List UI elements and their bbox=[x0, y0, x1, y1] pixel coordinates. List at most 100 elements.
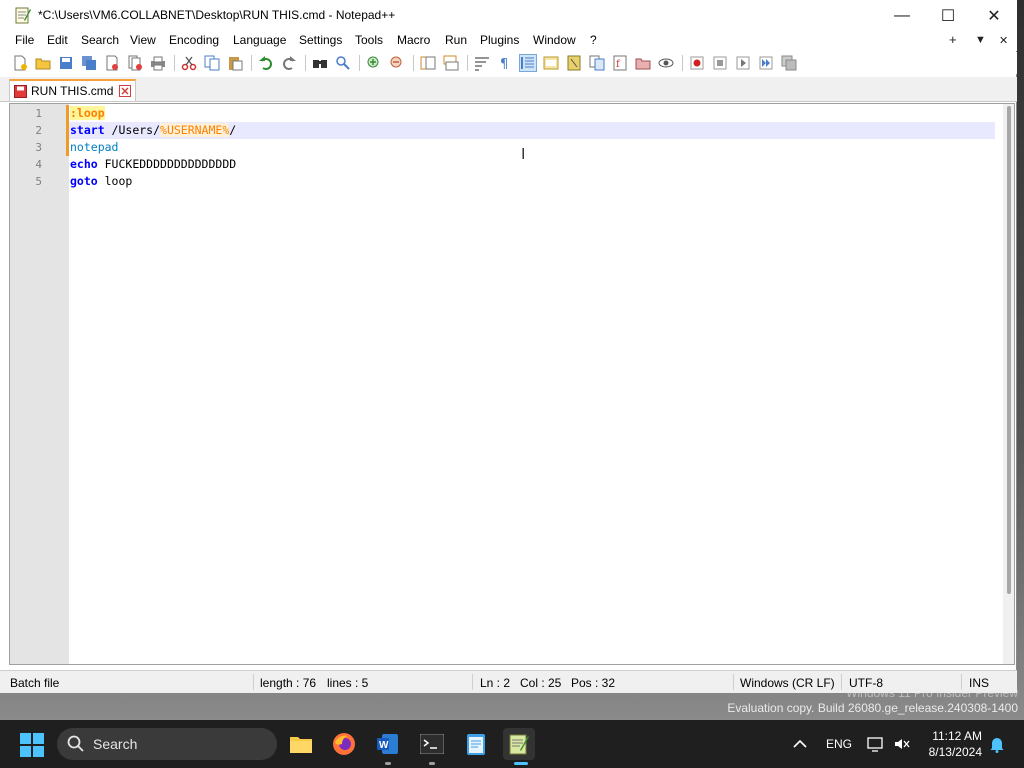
open-file-icon[interactable] bbox=[35, 55, 51, 71]
code-token: :loop bbox=[70, 106, 105, 120]
language-udl-icon[interactable] bbox=[543, 55, 559, 71]
title-bar[interactable]: *C:\Users\VM6.COLLABNET\Desktop\RUN THIS… bbox=[0, 0, 1017, 31]
windows-start-icon[interactable] bbox=[20, 733, 44, 757]
code-line: goto loop bbox=[70, 173, 132, 190]
notepad-icon[interactable] bbox=[460, 728, 492, 760]
copy-icon[interactable] bbox=[204, 55, 220, 71]
menu-window[interactable]: Window bbox=[533, 33, 576, 47]
indent-guide-icon[interactable] bbox=[519, 54, 537, 72]
close-all-icon[interactable] bbox=[127, 55, 143, 71]
menu-help[interactable]: ? bbox=[590, 33, 597, 47]
show-all-chars-icon[interactable]: ¶ bbox=[497, 55, 513, 71]
chevron-up-icon[interactable] bbox=[784, 728, 816, 760]
menu-language[interactable]: Language bbox=[233, 33, 286, 47]
scrollbar-thumb[interactable] bbox=[1007, 106, 1011, 594]
stop-recording-icon[interactable] bbox=[712, 55, 728, 71]
menu-bar: File Edit Search View Encoding Language … bbox=[0, 31, 1017, 51]
watermark-edition: Windows 11 Pro Insider Preview bbox=[846, 686, 1018, 700]
new-file-icon[interactable] bbox=[12, 55, 28, 71]
toolbar-separator bbox=[251, 55, 252, 71]
line-number: 5 bbox=[35, 175, 42, 188]
file-explorer-icon[interactable] bbox=[285, 728, 317, 760]
record-macro-icon[interactable] bbox=[689, 55, 705, 71]
tab-list-dropdown-button[interactable]: ▼ bbox=[975, 34, 986, 46]
menu-file[interactable]: File bbox=[15, 33, 34, 47]
replace-icon[interactable] bbox=[335, 55, 351, 71]
minimize-button[interactable]: — bbox=[879, 0, 925, 31]
maximize-button[interactable]: ☐ bbox=[925, 0, 971, 31]
sync-horizontal-icon[interactable] bbox=[443, 55, 459, 71]
code-token: /Users/ bbox=[104, 123, 161, 137]
doc-map-icon[interactable] bbox=[566, 55, 582, 71]
tab-close-icon[interactable] bbox=[119, 85, 131, 97]
mouse-ibeam-cursor: I bbox=[521, 146, 526, 163]
code-line: notepad bbox=[70, 139, 118, 156]
volume-muted-icon[interactable] bbox=[886, 728, 918, 760]
input-language-indicator[interactable]: ENG bbox=[826, 737, 852, 751]
clock-time[interactable]: 11:12 AM bbox=[924, 729, 982, 743]
folder-workspace-icon[interactable] bbox=[635, 55, 651, 71]
toolbar-separator bbox=[682, 55, 683, 71]
firefox-icon[interactable] bbox=[328, 728, 360, 760]
menu-settings[interactable]: Settings bbox=[299, 33, 342, 47]
save-all-icon[interactable] bbox=[81, 55, 97, 71]
notepadpp-window: *C:\Users\VM6.COLLABNET\Desktop\RUN THIS… bbox=[0, 0, 1017, 693]
close-button[interactable]: ✕ bbox=[971, 0, 1017, 31]
code-line: echo FUCKEDDDDDDDDDDDDDD bbox=[70, 156, 236, 173]
save-macro-icon[interactable] bbox=[781, 55, 797, 71]
find-icon[interactable] bbox=[312, 55, 328, 71]
terminal-icon[interactable] bbox=[416, 728, 448, 760]
status-position: Pos : 32 bbox=[571, 676, 616, 690]
save-icon[interactable] bbox=[58, 55, 74, 71]
zoom-in-icon[interactable] bbox=[366, 55, 382, 71]
tab-run-this-cmd[interactable]: RUN THIS.cmd bbox=[9, 79, 136, 101]
add-tab-button[interactable]: + bbox=[949, 32, 957, 47]
undo-icon[interactable] bbox=[258, 55, 274, 71]
sync-vertical-icon[interactable] bbox=[420, 55, 436, 71]
close-document-button[interactable]: ✕ bbox=[999, 34, 1008, 47]
menu-tools[interactable]: Tools bbox=[355, 33, 383, 47]
menu-run[interactable]: Run bbox=[445, 33, 467, 47]
toolbar-separator bbox=[174, 55, 175, 71]
toolbar-separator bbox=[359, 55, 360, 71]
close-icon[interactable] bbox=[104, 55, 120, 71]
word-wrap-icon[interactable] bbox=[474, 55, 490, 71]
running-indicator bbox=[429, 762, 435, 765]
editor-pane[interactable]: 1 2 3 4 5 :loop start /Users/%USERNAME%/n… bbox=[9, 103, 1015, 665]
search-placeholder: Search bbox=[93, 736, 138, 752]
paste-icon[interactable] bbox=[227, 55, 243, 71]
menu-view[interactable]: View bbox=[130, 33, 156, 47]
word-icon[interactable]: W bbox=[372, 728, 404, 760]
print-icon[interactable] bbox=[150, 55, 166, 71]
tab-bar: RUN THIS.cmd bbox=[0, 77, 1017, 102]
redo-icon[interactable] bbox=[281, 55, 297, 71]
code-token: notepad bbox=[70, 140, 119, 154]
playback-macro-icon[interactable] bbox=[735, 55, 751, 71]
taskbar-search-box[interactable]: Search bbox=[57, 728, 277, 760]
clock-date[interactable]: 8/13/2024 bbox=[924, 745, 982, 759]
notification-bell-icon[interactable] bbox=[981, 728, 1013, 760]
run-macro-multiple-icon[interactable] bbox=[758, 55, 774, 71]
menu-encoding[interactable]: Encoding bbox=[169, 33, 219, 47]
notepadpp-icon[interactable] bbox=[503, 728, 535, 760]
monitoring-icon[interactable] bbox=[658, 55, 674, 71]
active-indicator bbox=[514, 762, 528, 765]
menu-search[interactable]: Search bbox=[81, 33, 119, 47]
unsaved-file-icon bbox=[14, 85, 27, 98]
menu-macro[interactable]: Macro bbox=[397, 33, 430, 47]
status-separator bbox=[472, 674, 473, 690]
menu-plugins[interactable]: Plugins bbox=[480, 33, 519, 47]
zoom-out-icon[interactable] bbox=[389, 55, 405, 71]
function-list-icon[interactable]: f bbox=[612, 55, 628, 71]
code-token: / bbox=[229, 123, 237, 137]
tab-label: RUN THIS.cmd bbox=[31, 84, 114, 98]
notepadpp-app-icon bbox=[15, 7, 31, 24]
toolbar: ¶ f bbox=[0, 52, 1017, 74]
cut-icon[interactable] bbox=[181, 55, 197, 71]
line-number: 1 bbox=[35, 107, 42, 120]
code-token: goto bbox=[70, 174, 98, 188]
menu-edit[interactable]: Edit bbox=[47, 33, 68, 47]
toolbar-separator bbox=[413, 55, 414, 71]
doc-list-icon[interactable] bbox=[589, 55, 605, 71]
watermark-build: Evaluation copy. Build 26080.ge_release.… bbox=[727, 701, 1018, 715]
